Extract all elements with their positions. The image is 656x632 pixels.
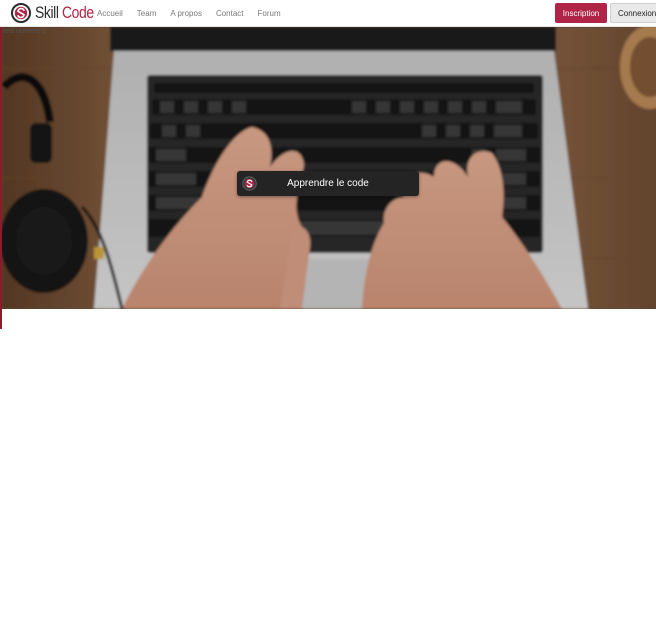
hero-banner <box>2 27 656 309</box>
top-navbar: Skill Code Accueil Team A propos Contact… <box>0 0 656 27</box>
nav-link-a-propos[interactable]: A propos <box>170 9 202 18</box>
brand-name-part1: Skill <box>35 3 59 22</box>
nav-link-contact[interactable]: Contact <box>216 9 244 18</box>
skill-code-logo-icon <box>11 3 31 23</box>
nav-link-accueil[interactable]: Accueil <box>97 9 123 18</box>
brand-name: Skill Code <box>35 3 94 23</box>
login-button[interactable]: Connexion <box>610 3 656 23</box>
signup-button[interactable]: Inscription <box>555 3 607 23</box>
nav-link-forum[interactable]: Forum <box>258 9 281 18</box>
learn-code-label: Apprendre le code <box>287 178 369 189</box>
learn-code-button[interactable]: Apprendre le code <box>237 171 419 196</box>
brand-logo[interactable]: Skill Code <box>11 2 107 24</box>
laptop-keyboard-hands-photo <box>2 27 656 309</box>
main-nav: Accueil Team A propos Contact Forum <box>97 0 295 27</box>
hero-caption: test numero 1 <box>3 28 46 35</box>
nav-link-team[interactable]: Team <box>137 9 157 18</box>
page: Skill Code Accueil Team A propos Contact… <box>0 0 656 632</box>
brand-name-part2: Code <box>61 3 94 22</box>
